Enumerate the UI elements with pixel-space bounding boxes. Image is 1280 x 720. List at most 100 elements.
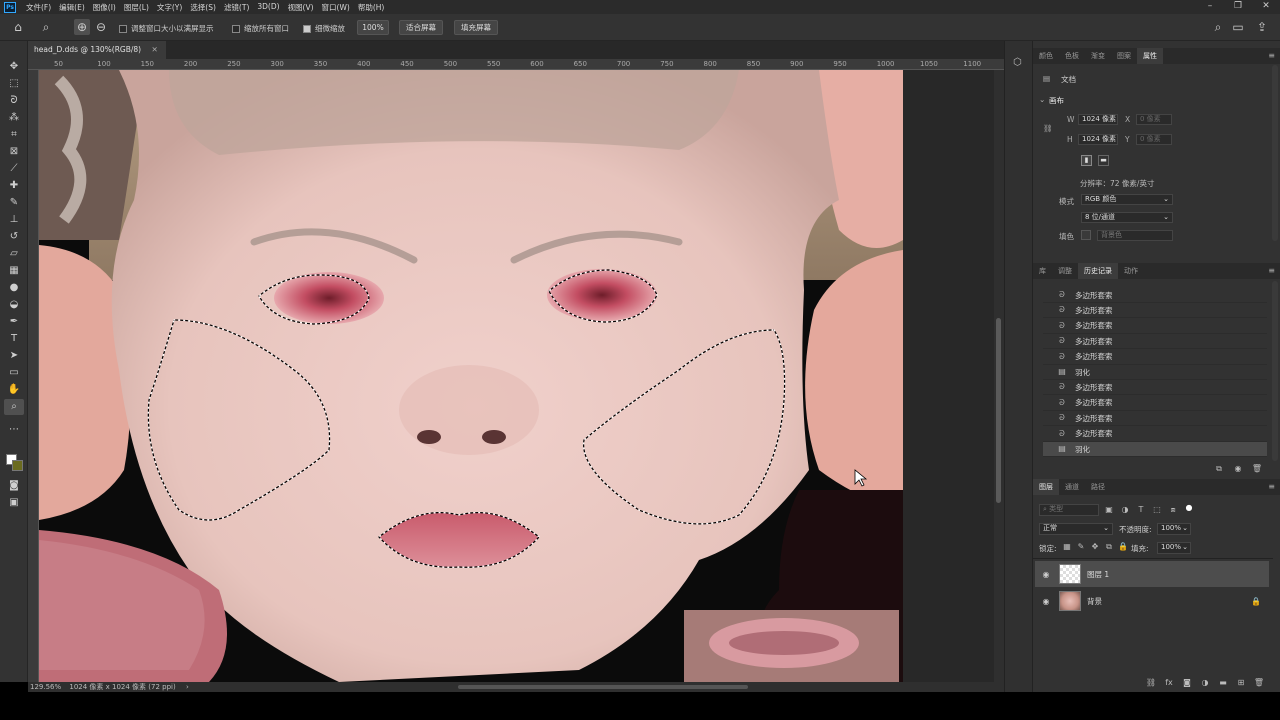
layer-fill-field[interactable]: 100% ⌄	[1157, 542, 1191, 554]
link-layers-icon[interactable]: ⛓	[1145, 678, 1157, 687]
panel-tab[interactable]: 图案	[1111, 48, 1137, 64]
panel-tab[interactable]: 库	[1033, 263, 1052, 279]
collapse-chevron-icon[interactable]: ⌄	[1039, 95, 1045, 104]
hand-tool-icon[interactable]: ✋	[4, 382, 24, 398]
filter-pixel-icon[interactable]: ▣	[1103, 505, 1115, 514]
link-icon[interactable]: ⛓	[1043, 124, 1053, 133]
healing-brush-icon[interactable]: ✚	[4, 178, 24, 194]
history-item[interactable]: ᘐ 多边形套索	[1043, 380, 1267, 396]
new-document-from-state-icon[interactable]: ⧉	[1213, 464, 1225, 474]
panel-tab[interactable]: 路径	[1085, 479, 1111, 495]
more-tools-icon[interactable]: ⋯	[4, 422, 24, 438]
adjustment-layer-icon[interactable]: ◑	[1199, 678, 1211, 687]
filter-toggle-icon[interactable]: ●	[1183, 503, 1195, 512]
history-item[interactable]: ▤ 羽化	[1043, 365, 1267, 380]
zoom-tool-preset-icon[interactable]: ⌕	[38, 19, 54, 35]
layer-row[interactable]: ◉ 图层 1	[1035, 561, 1269, 587]
x-field[interactable]: 0 像素	[1136, 114, 1172, 125]
panel-tab[interactable]: 渐变	[1085, 48, 1111, 64]
y-field[interactable]: 0 像素	[1136, 134, 1172, 145]
filter-adjustment-icon[interactable]: ◑	[1119, 505, 1131, 514]
menu-item[interactable]: 帮助(H)	[354, 2, 389, 13]
clone-stamp-icon[interactable]: ⊥	[4, 212, 24, 228]
panel-tab[interactable]: 通道	[1059, 479, 1085, 495]
menu-item[interactable]: 选择(S)	[186, 2, 220, 13]
panel-tab[interactable]: 色板	[1059, 48, 1085, 64]
status-arrow-icon[interactable]: ›	[186, 683, 189, 691]
mode-select[interactable]: RGB 颜色 ⌄	[1081, 194, 1173, 205]
brush-tool-icon[interactable]: ✎	[4, 195, 24, 211]
photoshop-logo-icon[interactable]: Ps	[4, 1, 16, 13]
vertical-scroll-thumb[interactable]	[996, 318, 1001, 503]
eyedropper-icon[interactable]: ⟋	[4, 161, 24, 177]
blend-mode-select[interactable]: 正常 ⌄	[1039, 523, 1113, 535]
close-tab-icon[interactable]: ✕	[151, 45, 157, 54]
scrubby-zoom-checkbox[interactable]: 细微缩放	[303, 23, 345, 34]
minimize-icon[interactable]: –	[1196, 0, 1224, 14]
history-item[interactable]: ᘐ 多边形套索	[1043, 350, 1267, 365]
history-item[interactable]: ᘐ 多边形套索	[1043, 411, 1267, 427]
fill-color-select[interactable]: 背景色	[1097, 230, 1173, 241]
resize-windows-checkbox[interactable]: 调整窗口大小以满屏显示	[119, 23, 214, 34]
menu-item[interactable]: 视图(V)	[284, 2, 318, 13]
close-icon[interactable]: ✕	[1252, 0, 1280, 14]
menu-item[interactable]: 图层(L)	[120, 2, 153, 13]
menu-item[interactable]: 3D(D)	[253, 2, 283, 13]
screen-mode-icon[interactable]: ▣	[4, 495, 24, 511]
restore-icon[interactable]: ❐	[1224, 0, 1252, 14]
quick-mask-icon[interactable]: ◙	[4, 478, 24, 494]
dodge-tool-icon[interactable]: ◒	[4, 297, 24, 313]
history-brush-icon[interactable]: ↺	[4, 229, 24, 245]
new-group-icon[interactable]: ▬	[1217, 678, 1229, 687]
canvas-area[interactable]	[39, 70, 994, 682]
lock-all-icon[interactable]: 🔒	[1117, 542, 1129, 551]
menu-item[interactable]: 图像(I)	[89, 2, 120, 13]
layer-filter-select[interactable]: ⌕ 类型	[1039, 504, 1099, 516]
delete-icon[interactable]: 🗑	[1251, 464, 1263, 473]
panel-tab[interactable]: 调整	[1052, 263, 1078, 279]
menu-item[interactable]: 文件(F)	[22, 2, 55, 13]
history-scrollbar[interactable]	[1272, 281, 1278, 461]
fill-screen-button[interactable]: 填充屏幕	[454, 20, 498, 35]
fill-color-swatch[interactable]	[1081, 230, 1091, 240]
history-item[interactable]: ᘐ 多边形套索	[1043, 288, 1267, 303]
panel-menu-icon[interactable]: ≡	[1268, 48, 1275, 64]
new-layer-icon[interactable]: ⊞	[1235, 678, 1247, 687]
document-tab[interactable]: head_D.dds @ 130%(RGB/8) ✕	[28, 41, 166, 59]
lock-position-icon[interactable]: ✥	[1089, 542, 1101, 551]
delete-layer-icon[interactable]: 🗑	[1253, 678, 1265, 687]
portrait-orientation-icon[interactable]: ▮	[1081, 155, 1092, 166]
landscape-orientation-icon[interactable]: ▬	[1098, 155, 1109, 166]
status-zoom[interactable]: 129.56%	[30, 683, 61, 691]
lock-transparent-icon[interactable]: ▦	[1061, 542, 1073, 551]
fit-screen-button[interactable]: 适合屏幕	[399, 20, 443, 35]
blur-tool-icon[interactable]: ●	[4, 280, 24, 296]
panel-tab[interactable]: 颜色	[1033, 48, 1059, 64]
history-item[interactable]: ▤ 羽化	[1043, 442, 1267, 457]
horizontal-scroll-thumb[interactable]	[458, 685, 748, 689]
marquee-tool-icon[interactable]: ⬚	[4, 76, 24, 92]
path-selection-icon[interactable]: ➤	[4, 348, 24, 364]
panel-menu-icon[interactable]: ≡	[1268, 479, 1275, 495]
home-icon[interactable]: ⌂	[10, 19, 26, 35]
panel-menu-icon[interactable]: ≡	[1268, 263, 1275, 279]
move-tool-icon[interactable]: ✥	[4, 59, 24, 75]
lock-image-icon[interactable]: ✎	[1075, 542, 1087, 551]
panel-tab[interactable]: 属性	[1137, 48, 1163, 64]
crop-tool-icon[interactable]: ⌗	[4, 127, 24, 143]
height-field[interactable]: 1024 像素	[1078, 134, 1118, 145]
zoom-percent-field[interactable]: 100%	[357, 20, 389, 35]
filter-shape-icon[interactable]: ⬚	[1151, 505, 1163, 514]
layer-style-icon[interactable]: fx	[1163, 678, 1175, 687]
history-item[interactable]: ᘐ 多边形套索	[1043, 396, 1267, 411]
filter-smart-object-icon[interactable]: ⧈	[1167, 505, 1179, 515]
menu-item[interactable]: 文字(Y)	[153, 2, 186, 13]
panel-tab[interactable]: 动作	[1118, 263, 1144, 279]
new-snapshot-icon[interactable]: ◉	[1232, 464, 1244, 473]
type-tool-icon[interactable]: T	[4, 331, 24, 347]
add-mask-icon[interactable]: ◙	[1181, 678, 1193, 687]
zoom-in-icon[interactable]: ⊕	[74, 19, 90, 35]
gradient-tool-icon[interactable]: ▦	[4, 263, 24, 279]
search-icon[interactable]: ⌕	[1210, 19, 1226, 35]
vertical-scrollbar[interactable]	[994, 70, 1004, 682]
